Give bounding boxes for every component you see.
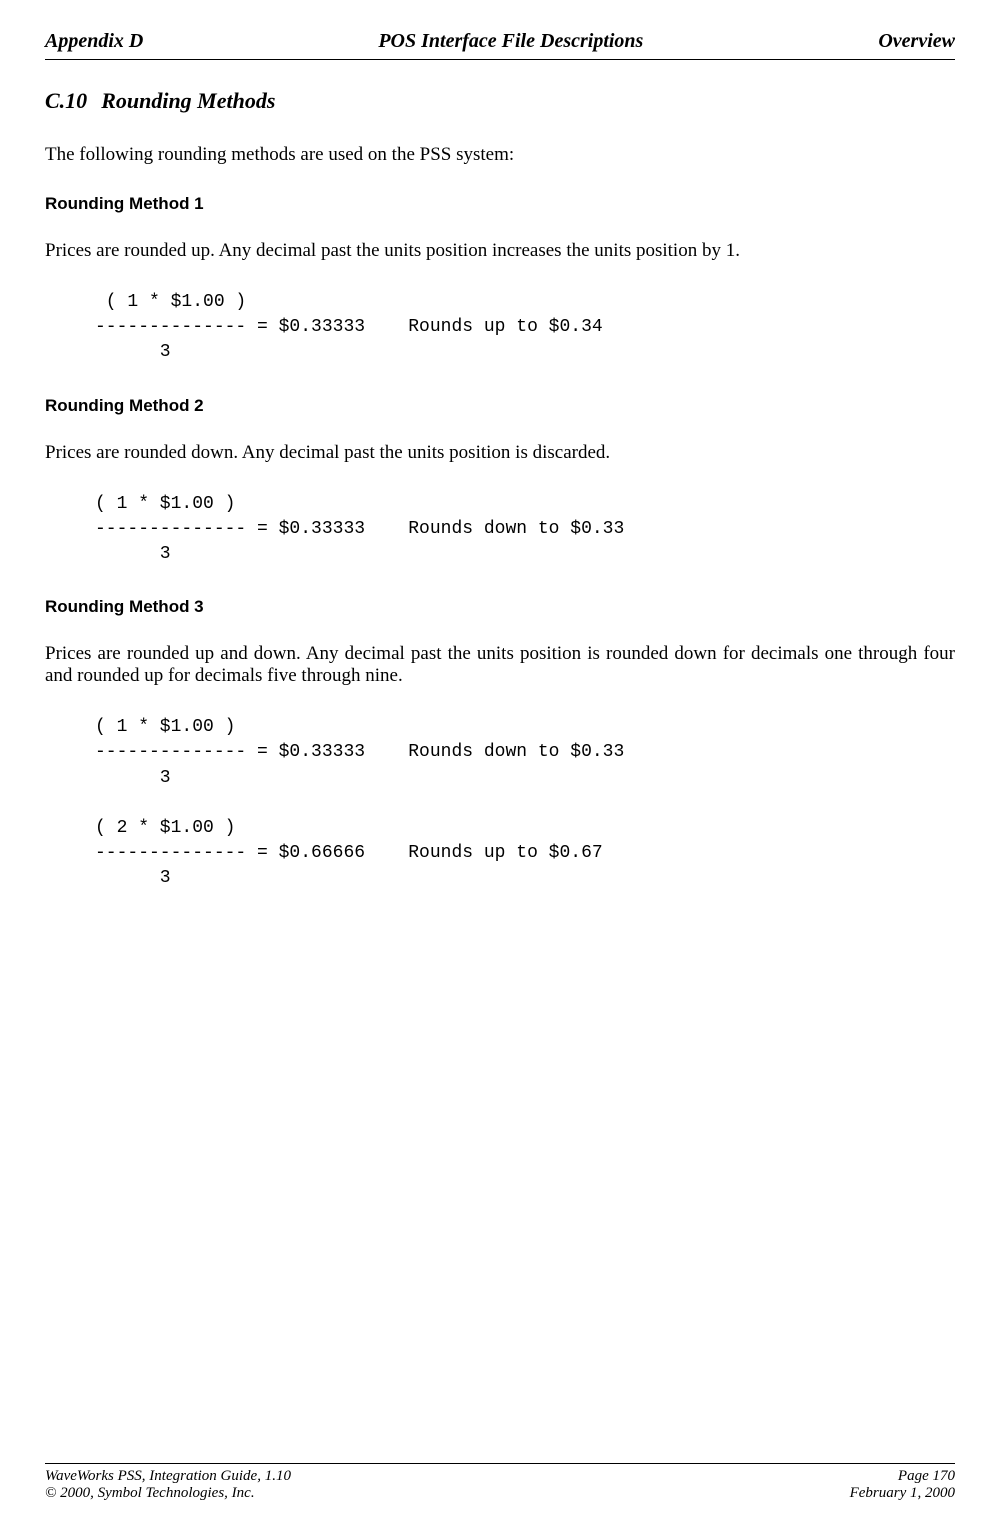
- section-title-text: Rounding Methods: [101, 88, 275, 113]
- method1-desc: Prices are rounded up. Any decimal past …: [45, 240, 955, 262]
- method3-heading: Rounding Method 3: [45, 597, 955, 617]
- page-header: Appendix D POS Interface File Descriptio…: [45, 30, 955, 53]
- header-center: POS Interface File Descriptions: [378, 30, 643, 53]
- header-right: Overview: [878, 30, 955, 53]
- method2-heading: Rounding Method 2: [45, 396, 955, 416]
- method2-desc: Prices are rounded down. Any decimal pas…: [45, 442, 955, 464]
- header-divider: [45, 59, 955, 60]
- footer-page-number: Page 170: [850, 1468, 955, 1485]
- header-left: Appendix D: [45, 30, 143, 53]
- footer-copyright: © 2000, Symbol Technologies, Inc.: [45, 1485, 291, 1502]
- method3-code: ( 1 * $1.00 ) -------------- = $0.33333 …: [95, 715, 955, 891]
- intro-text: The following rounding methods are used …: [45, 144, 955, 166]
- footer-guide-info: WaveWorks PSS, Integration Guide, 1.10: [45, 1468, 291, 1485]
- method1-code: ( 1 * $1.00 ) -------------- = $0.33333 …: [95, 290, 955, 366]
- footer-divider: [45, 1463, 955, 1464]
- section-number: C.10: [45, 88, 87, 114]
- method3-desc: Prices are rounded up and down. Any deci…: [45, 643, 955, 687]
- method1-heading: Rounding Method 1: [45, 194, 955, 214]
- method2-code: ( 1 * $1.00 ) -------------- = $0.33333 …: [95, 492, 955, 568]
- footer-date: February 1, 2000: [850, 1485, 955, 1502]
- section-title: C.10 Rounding Methods: [45, 88, 955, 114]
- page-footer: WaveWorks PSS, Integration Guide, 1.10 ©…: [45, 1463, 955, 1502]
